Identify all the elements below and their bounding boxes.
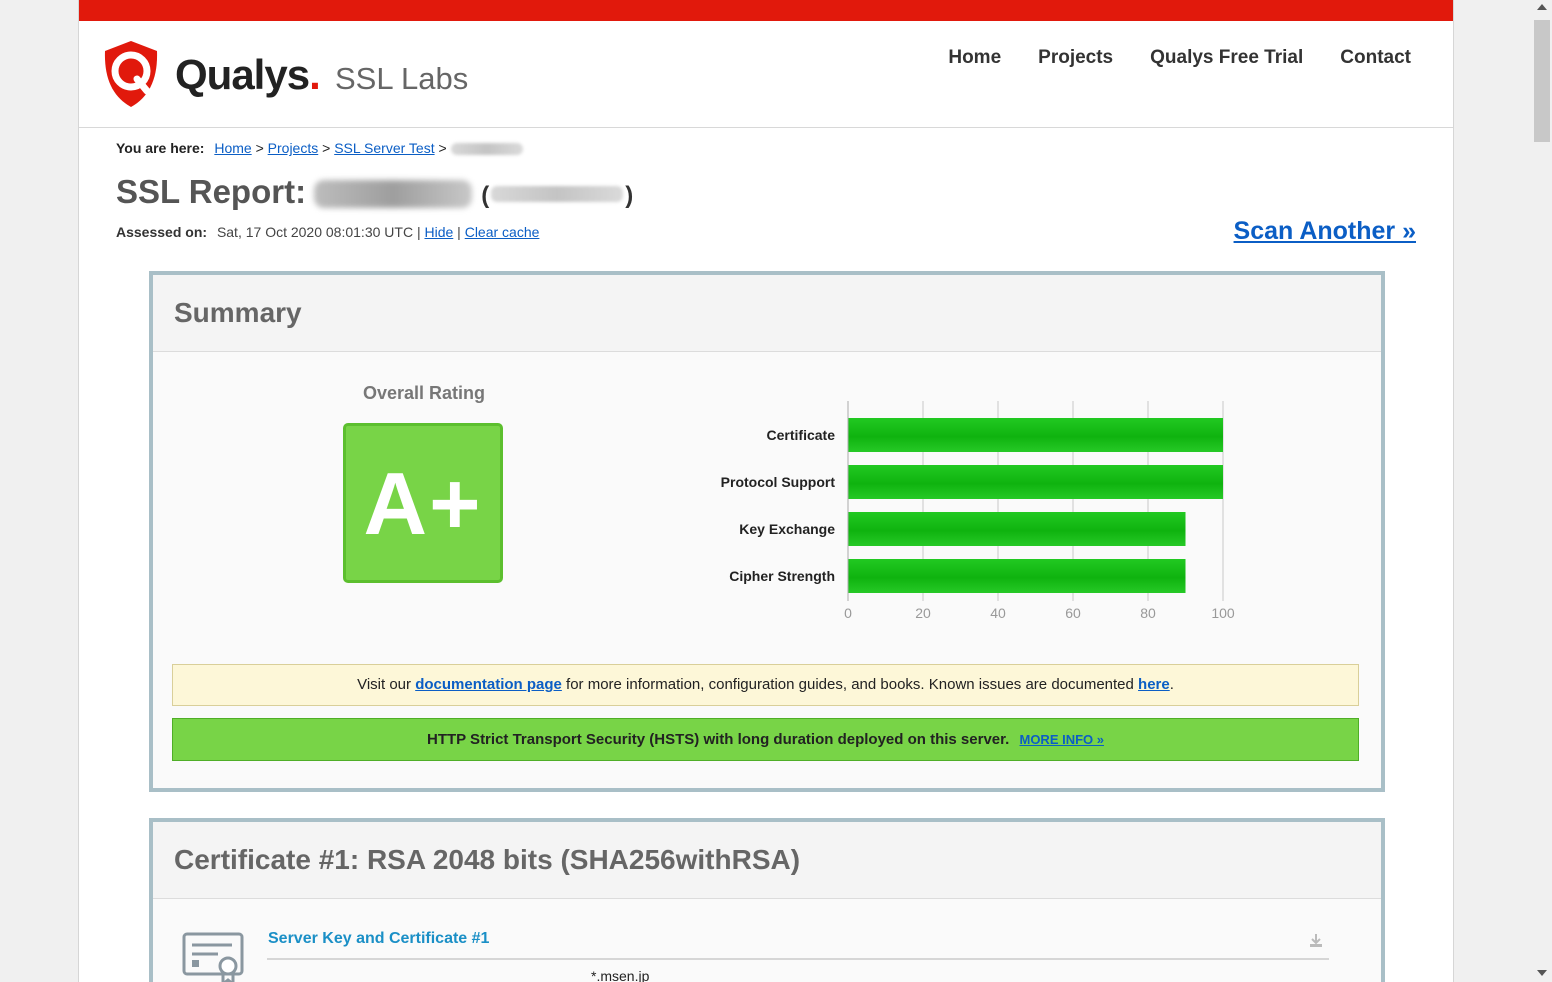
hide-link[interactable]: Hide	[424, 224, 453, 240]
chart-x-tick-label: 80	[1140, 605, 1156, 621]
download-icon[interactable]	[1308, 932, 1324, 948]
doc-notice-period: .	[1169, 676, 1174, 693]
summary-panel: Summary Overall Rating A+ 0 20 40 60 80 100 Ce…	[149, 271, 1385, 792]
qualys-shield-logo-icon[interactable]	[101, 39, 161, 109]
chart-bar-key-exchange	[848, 512, 1186, 546]
certificate-heading: Certificate #1: RSA 2048 bits (SHA256wit…	[174, 844, 801, 875]
chart-bar-protocol-support	[848, 465, 1223, 499]
hostname-redacted	[314, 180, 473, 209]
breadcrumb-separator: >	[438, 140, 447, 156]
clear-cache-link[interactable]: Clear cache	[465, 224, 540, 240]
brand-name[interactable]: Qualys.	[175, 51, 321, 98]
certificate-icon	[182, 932, 244, 982]
main-nav: Home Projects Qualys Free Trial Contact	[948, 47, 1411, 69]
chart-x-tick-label: 0	[844, 605, 852, 621]
certificate-panel: Certificate #1: RSA 2048 bits (SHA256wit…	[149, 818, 1385, 982]
chart-category-label: Cipher Strength	[729, 568, 835, 584]
breadcrumb: You are here: Home > Projects > SSL Serv…	[116, 140, 523, 156]
scrollbar-thumb[interactable]	[1534, 20, 1550, 142]
scroll-down-arrow-icon[interactable]	[1537, 970, 1547, 976]
chart-bar-certificate	[848, 418, 1223, 452]
chart-x-tick-label: 60	[1065, 605, 1081, 621]
site-header: Qualys. SSL Labs Home Projects Qualys Fr…	[79, 21, 1453, 128]
hsts-more-info-link[interactable]: MORE INFO »	[1019, 732, 1104, 747]
hsts-notice: HTTP Strict Transport Security (HSTS) wi…	[172, 718, 1359, 761]
pipe-separator: |	[416, 224, 421, 240]
documentation-notice: Visit our documentation page for more in…	[172, 664, 1359, 706]
rating-bar-chart: 0 20 40 60 80 100 Certificate Protocol Support K…	[721, 401, 1235, 621]
certificate-header: Certificate #1: RSA 2048 bits (SHA256wit…	[153, 822, 1381, 899]
breadcrumb-ssl-server-test[interactable]: SSL Server Test	[334, 140, 434, 156]
top-accent-bar	[79, 0, 1453, 21]
breadcrumb-projects[interactable]: Projects	[268, 140, 319, 156]
overall-rating-label: Overall Rating	[363, 383, 486, 403]
subheading-divider	[267, 958, 1329, 960]
brand-subtitle: SSL Labs	[335, 61, 469, 96]
assessed-on: Assessed on: Sat, 17 Oct 2020 08:01:30 U…	[116, 224, 539, 240]
doc-notice-text: for more information, configuration guid…	[566, 676, 1134, 693]
overall-grade-badge: A+	[343, 423, 503, 583]
nav-contact[interactable]: Contact	[1340, 47, 1411, 69]
page-title: SSL Report: ()	[116, 172, 633, 216]
pipe-separator: |	[457, 224, 461, 240]
nav-projects[interactable]: Projects	[1038, 47, 1113, 69]
certificate-common-name: *.msen.jp	[591, 968, 650, 982]
breadcrumb-home[interactable]: Home	[214, 140, 251, 156]
documentation-page-link[interactable]: documentation page	[415, 676, 562, 693]
chart-category-label: Protocol Support	[721, 474, 836, 490]
scan-another-link[interactable]: Scan Another »	[1234, 217, 1416, 246]
chart-bar-cipher-strength	[848, 559, 1186, 593]
title-prefix: SSL Report:	[116, 173, 307, 210]
summary-header: Summary	[153, 275, 1381, 352]
chart-x-tick-label: 40	[990, 605, 1006, 621]
breadcrumb-label: You are here:	[116, 140, 205, 156]
server-key-subheading[interactable]: Server Key and Certificate #1	[268, 930, 489, 948]
breadcrumb-separator: >	[322, 140, 331, 156]
ip-close-paren: )	[625, 182, 634, 209]
summary-heading: Summary	[174, 297, 302, 328]
chart-x-tick-label: 20	[915, 605, 931, 621]
breadcrumb-hostname-redacted	[450, 143, 523, 156]
chart-category-label: Certificate	[767, 427, 836, 443]
nav-home[interactable]: Home	[948, 47, 1001, 69]
breadcrumb-separator: >	[255, 140, 264, 156]
hsts-notice-text: HTTP Strict Transport Security (HSTS) wi…	[427, 731, 1010, 748]
chart-category-label: Key Exchange	[739, 521, 835, 537]
ip-open-paren: (	[481, 182, 490, 209]
chart-x-tick-label: 100	[1211, 605, 1235, 621]
ip-address-redacted	[491, 186, 624, 203]
assessed-date: Sat, 17 Oct 2020 08:01:30 UTC	[216, 224, 414, 240]
nav-free-trial[interactable]: Qualys Free Trial	[1150, 47, 1303, 69]
vertical-scrollbar[interactable]	[1532, 0, 1552, 982]
assessed-label: Assessed on:	[116, 224, 208, 240]
brand-dot: .	[309, 51, 321, 98]
doc-notice-text: Visit our	[357, 676, 412, 693]
known-issues-link[interactable]: here	[1138, 676, 1170, 693]
page: Qualys. SSL Labs Home Projects Qualys Fr…	[78, 0, 1454, 982]
brand-text: Qualys	[175, 51, 310, 98]
scroll-up-arrow-icon[interactable]	[1537, 4, 1547, 10]
